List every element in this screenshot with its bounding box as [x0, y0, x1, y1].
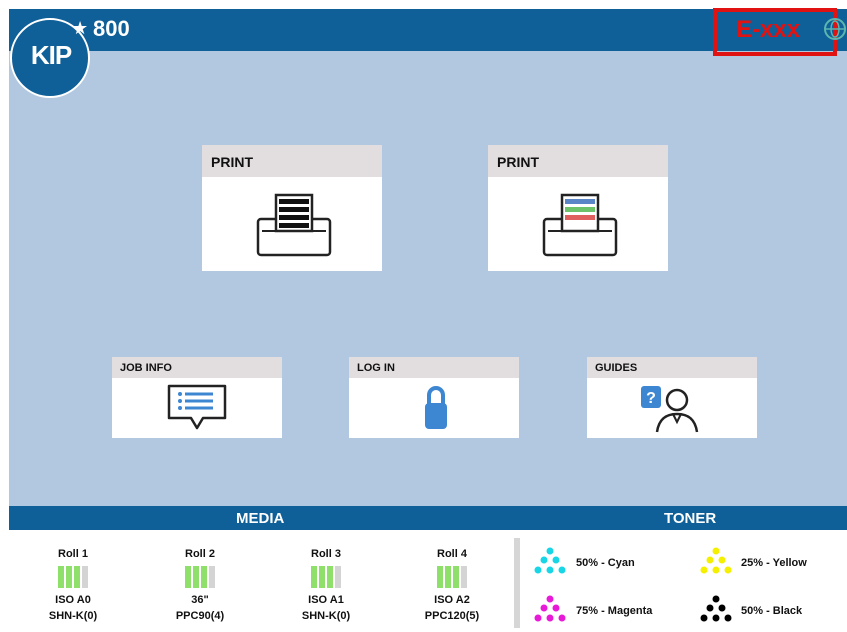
status-bar [9, 506, 847, 530]
guides-icon: ? [637, 382, 709, 439]
error-code[interactable]: E-xxx [736, 16, 800, 44]
roll-type: SHN-K(0) [48, 610, 98, 622]
job-info-tile[interactable]: JOB INFO [112, 357, 282, 438]
color-printer-icon [540, 191, 620, 264]
print-color-tile[interactable]: PRINT [488, 145, 668, 271]
media-title: MEDIA [236, 510, 285, 527]
roll-name: Roll 1 [58, 548, 88, 560]
log-in-tile[interactable]: LOG IN [349, 357, 519, 438]
svg-text:?: ? [646, 390, 656, 407]
print-mono-tile[interactable]: PRINT [202, 145, 382, 271]
roll-status[interactable]: Roll 1 ISO A0 SHN-K(0) [28, 548, 118, 622]
cyan-toner-icon [530, 546, 570, 576]
toner-magenta-label: 75% - Magenta [576, 605, 653, 617]
job-info-icon [165, 382, 229, 437]
lock-icon [423, 384, 449, 437]
roll-name: Roll 3 [311, 548, 341, 560]
roll-size: ISO A2 [434, 594, 470, 606]
star-icon: ★ [72, 18, 89, 38]
roll-status[interactable]: Roll 2 36" PPC90(4) [155, 548, 245, 622]
roll-type: PPC120(5) [424, 610, 480, 622]
model-number: 800 [93, 16, 130, 41]
roll-name: Roll 2 [185, 548, 215, 560]
yellow-toner-icon [696, 546, 736, 576]
toner-black-label: 50% - Black [741, 605, 803, 617]
roll-level-gauge [184, 566, 216, 588]
roll-size: ISO A1 [308, 594, 344, 606]
toner-yellow-label: 25% - Yellow [741, 557, 807, 569]
globe-icon[interactable] [824, 18, 846, 40]
roll-status[interactable]: Roll 3 ISO A1 SHN-K(0) [281, 548, 371, 622]
roll-level-gauge [436, 566, 468, 588]
roll-size: ISO A0 [55, 594, 91, 606]
mono-printer-icon [254, 191, 334, 264]
roll-size: 36" [191, 594, 209, 606]
tile-label: GUIDES [587, 357, 757, 378]
toner-cyan-label: 50% - Cyan [576, 557, 635, 569]
guides-tile[interactable]: GUIDES ? [587, 357, 757, 438]
divider [514, 538, 520, 628]
roll-level-gauge [310, 566, 342, 588]
logo-text: KIP [30, 40, 72, 70]
roll-status[interactable]: Roll 4 ISO A2 PPC120(5) [407, 548, 497, 622]
roll-type: PPC90(4) [175, 610, 225, 622]
tile-label: LOG IN [349, 357, 519, 378]
roll-type: SHN-K(0) [301, 610, 351, 622]
tile-label: JOB INFO [112, 357, 282, 378]
black-toner-icon [696, 594, 736, 624]
toner-title: TONER [664, 510, 717, 527]
tile-label: PRINT [202, 145, 382, 177]
roll-level-gauge [57, 566, 89, 588]
roll-name: Roll 4 [437, 548, 467, 560]
tile-label: PRINT [488, 145, 668, 177]
magenta-toner-icon [530, 594, 570, 624]
